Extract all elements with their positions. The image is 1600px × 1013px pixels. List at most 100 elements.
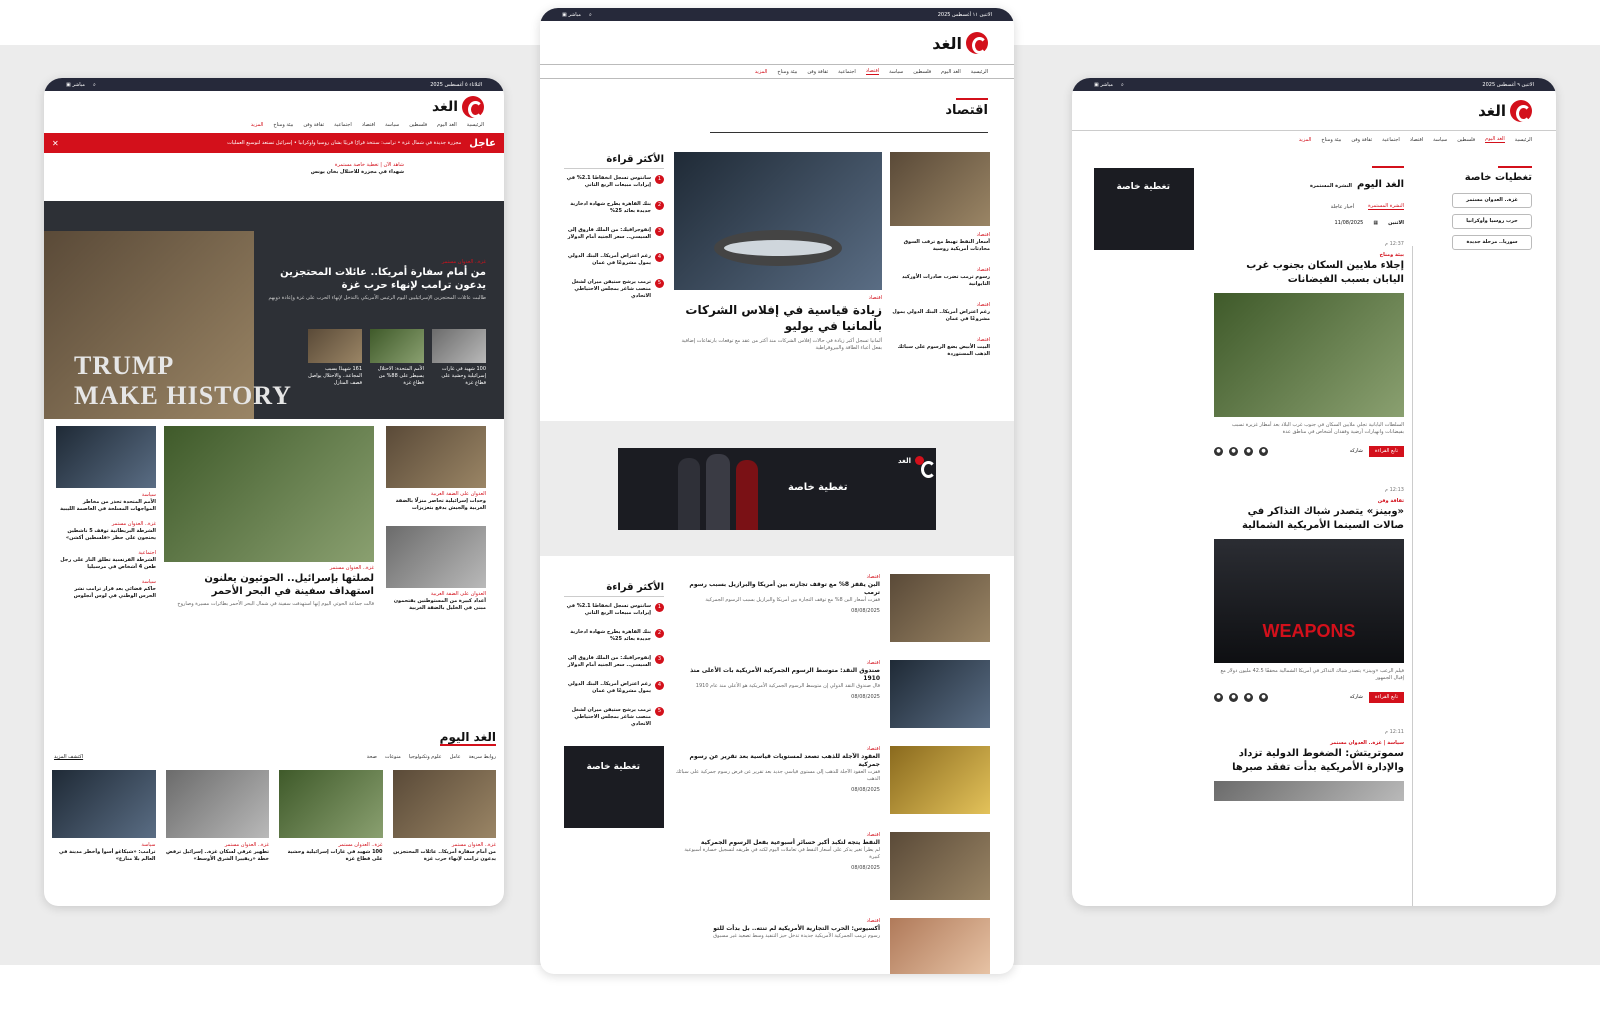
site-logo[interactable]: الغد: [432, 96, 484, 118]
nav-item[interactable]: اقتصاد: [1410, 137, 1423, 143]
nav-more[interactable]: المزيد: [1299, 137, 1312, 143]
article-item[interactable]: سياسة حاكم فضائي بعد قرار ترامب نشر الحرس…: [56, 579, 156, 600]
hero-section[interactable]: TRUMP MAKE HISTORY غزة.. العدوان مستمر من…: [44, 201, 504, 419]
nav-item[interactable]: بيئة ومناخ: [1321, 137, 1341, 143]
most-read-item[interactable]: 5 ترمب يرشح ستيفن ميران لشغل منصب شاغر بم…: [564, 279, 664, 300]
article-card[interactable]: العدوان على الضفة الغربية وحدات إسرائيلية…: [386, 426, 486, 512]
share-icon[interactable]: ●: [1214, 693, 1223, 702]
nav-item[interactable]: اجتماعية: [838, 69, 856, 75]
search-icon[interactable]: ⌕: [1121, 82, 1124, 88]
share-icon[interactable]: ●: [1259, 693, 1268, 702]
featured-story[interactable]: اقتصاد زيادة قياسية في إفلاس الشركات بأل…: [674, 152, 882, 352]
live-button[interactable]: ▣ مباشر: [66, 82, 85, 88]
search-icon[interactable]: ⌕: [93, 82, 96, 88]
side-item[interactable]: اقتصاد رغم اعتراض أمريكا.. البنك الدولي ي…: [890, 302, 990, 323]
hero-thumb[interactable]: الأمم المتحدة: الاحتلال يسيطر على 88% من…: [370, 329, 424, 387]
article-row[interactable]: اقتصاد البن يقفز 8% مع توقف تجارته بين أم…: [674, 574, 990, 660]
hero-thumb[interactable]: 161 شهيدًا بسبب المجاعة.. والاحتلال يواص…: [308, 329, 362, 387]
side-item[interactable]: اقتصاد أسعار النفط تهبط مع ترقب السوق محا…: [890, 232, 990, 253]
more-link[interactable]: اكتشف المزيد: [54, 754, 83, 761]
nav-item[interactable]: سياسة: [889, 69, 903, 75]
coverage-chip[interactable]: غزة.. العدوان مستمر: [1452, 193, 1532, 208]
special-coverage-box[interactable]: تغطية خاصة: [1094, 168, 1194, 250]
share-icon[interactable]: ●: [1229, 447, 1238, 456]
nav-item[interactable]: فلسطين: [409, 122, 427, 128]
live-button[interactable]: ▣ مباشر: [562, 12, 581, 18]
article-row[interactable]: اقتصاد صندوق النقد: متوسط الرسوم الجمركية…: [674, 660, 990, 746]
nav-more[interactable]: المزيد: [755, 69, 768, 75]
live-button[interactable]: ▣ مباشر: [1094, 82, 1113, 88]
most-read-item[interactable]: 4 رغم اعتراض أمريكا.. البنك الدولي يمول م…: [564, 681, 664, 695]
alert-box[interactable]: شاهد الآن | تغطية خاصة مستمرة شهداء في م…: [204, 162, 404, 176]
coverage-chip[interactable]: سوريا.. مرحلة جديدة: [1452, 235, 1532, 250]
share-icon[interactable]: ●: [1259, 447, 1268, 456]
side-item[interactable]: اقتصاد البيت الأبيض يضع الرسوم على سبائك …: [890, 337, 990, 358]
close-icon[interactable]: ✕: [52, 139, 59, 148]
article-item[interactable]: اجتماعية الشرطة الفرنسية تطلق النار على ر…: [56, 550, 156, 571]
live-post[interactable]: 12:13 م ثقافة وفن «وبينز» يتصدر شباك الت…: [1214, 487, 1404, 703]
center-story[interactable]: غزة.. العدوان مستمر لصلتها بإسرائيل.. ال…: [164, 426, 374, 608]
article-row[interactable]: اقتصاد أكسيوس: الحرب التجارية الأمريكية ل…: [674, 918, 990, 974]
hero-title[interactable]: من أمام سفارة أمريكا.. عائلات المحتجزين …: [266, 266, 486, 292]
live-post[interactable]: 12:37 م بيئة ومناخ إجلاء ملايين السكان ب…: [1214, 241, 1404, 457]
today-tab[interactable]: علوم وتكنولوجيا: [409, 754, 442, 760]
nav-item-active[interactable]: اقتصاد: [865, 68, 880, 75]
today-card[interactable]: سياسة ترامب: «شيكاغو أسوأ وأخطر مدينة في …: [52, 770, 156, 863]
article-row[interactable]: اقتصاد النفط يتجه لتكبد أكبر خسائر أسبوعي…: [674, 832, 990, 918]
live-post[interactable]: 12:11 م سياسة | غزة.. العدوان مستمر سموت…: [1214, 729, 1404, 801]
nav-item[interactable]: اجتماعية: [334, 122, 352, 128]
nav-item[interactable]: فلسطين: [913, 69, 931, 75]
today-card[interactable]: غزة.. العدوان مستمر من أمام سفارة أمريكا.…: [392, 770, 496, 863]
search-icon[interactable]: ⌕: [589, 12, 592, 18]
today-card[interactable]: غزة.. العدوان مستمر تطهير عرقي لسكان غزة.…: [165, 770, 269, 863]
nav-item[interactable]: ثقافة وفن: [1351, 137, 1372, 143]
nav-item[interactable]: ثقافة وفن: [303, 122, 324, 128]
article-card[interactable]: العدوان على الضفة الغربية أعداد كبيرة من …: [386, 526, 486, 612]
special-coverage-banner[interactable]: تغطية خاصة الغد: [618, 448, 936, 530]
most-read-item[interactable]: 1 سانتوس تسجل انخفاضًا 2.1% في إيرادات مب…: [564, 603, 664, 617]
nav-more[interactable]: المزيد: [251, 122, 264, 128]
most-read-item[interactable]: 3 إنفوجرافيك: من الملك فاروق إلى السيسي..…: [564, 655, 664, 669]
share-icon[interactable]: ●: [1229, 693, 1238, 702]
most-read-item[interactable]: 4 رغم اعتراض أمريكا.. البنك الدولي يمول م…: [564, 253, 664, 267]
most-read-item[interactable]: 1 سانتوس تسجل انخفاضًا 2.1% في إيرادات مب…: [564, 175, 664, 189]
nav-item[interactable]: بيئة ومناخ: [273, 122, 293, 128]
share-icon[interactable]: ●: [1244, 693, 1253, 702]
most-read-item[interactable]: 5 ترمب يرشح ستيفن ميران لشغل منصب شاغر بم…: [564, 707, 664, 728]
today-card[interactable]: غزة.. العدوان مستمر 100 شهيد في غارات إسر…: [279, 770, 383, 863]
special-coverage-box[interactable]: تغطية خاصة: [564, 746, 664, 828]
nav-item[interactable]: اقتصاد: [362, 122, 375, 128]
nav-item[interactable]: الرئيسية: [971, 69, 988, 75]
read-more-button[interactable]: تابع القراءة: [1368, 692, 1404, 703]
site-logo[interactable]: الغد: [932, 32, 988, 54]
share-icon[interactable]: ●: [1214, 447, 1223, 456]
today-tab[interactable]: منوعات: [385, 754, 401, 760]
today-tab[interactable]: عامل: [450, 754, 461, 760]
article-item[interactable]: غزة.. العدوان مستمر الشرطة البريطانية توق…: [56, 521, 156, 542]
most-read-item[interactable]: 2 بنك القاهرة يطرح شهادة ادخارية جديدة بع…: [564, 201, 664, 215]
most-read-item[interactable]: 3 إنفوجرافيك: من الملك فاروق إلى السيسي..…: [564, 227, 664, 241]
side-item[interactable]: اقتصاد رسوم ترمب تضرب صادرات الأوركيد الت…: [890, 267, 990, 288]
live-tab[interactable]: أخبار عاجلة: [1331, 204, 1354, 210]
nav-item[interactable]: الرئيسية: [467, 122, 484, 128]
nav-item[interactable]: بيئة ومناخ: [777, 69, 797, 75]
nav-item[interactable]: اجتماعية: [1382, 137, 1400, 143]
share-icon[interactable]: ●: [1244, 447, 1253, 456]
date-picker[interactable]: الاثنين ▦ 11/08/2025: [1214, 220, 1404, 227]
coverage-chip[interactable]: حرب روسيا وأوكرانيا: [1452, 214, 1532, 229]
today-tab[interactable]: روابط سريعة: [469, 754, 496, 760]
article-row[interactable]: اقتصاد العقود الآجلة للذهب تصعد لمستويات …: [674, 746, 990, 832]
nav-item[interactable]: الرئيسية: [1515, 137, 1532, 143]
breaking-ticker[interactable]: مجزرة جديدة في شمال غزة • ترامب: سنتخذ ق…: [67, 140, 461, 147]
most-read-item[interactable]: 2 بنك القاهرة يطرح شهادة ادخارية جديدة بع…: [564, 629, 664, 643]
nav-item[interactable]: الغد اليوم: [437, 122, 457, 128]
nav-item[interactable]: فلسطين: [1457, 137, 1475, 143]
nav-item-active[interactable]: الغد اليوم: [1485, 136, 1505, 143]
nav-item[interactable]: الغد اليوم: [941, 69, 961, 75]
nav-item[interactable]: سياسة: [385, 122, 399, 128]
nav-item[interactable]: ثقافة وفن: [807, 69, 828, 75]
read-more-button[interactable]: تابع القراءة: [1368, 446, 1404, 457]
today-tab[interactable]: صحة: [367, 754, 377, 760]
live-tab[interactable]: النشرة المستمرة: [1368, 203, 1404, 210]
site-logo[interactable]: الغد: [1478, 100, 1532, 122]
